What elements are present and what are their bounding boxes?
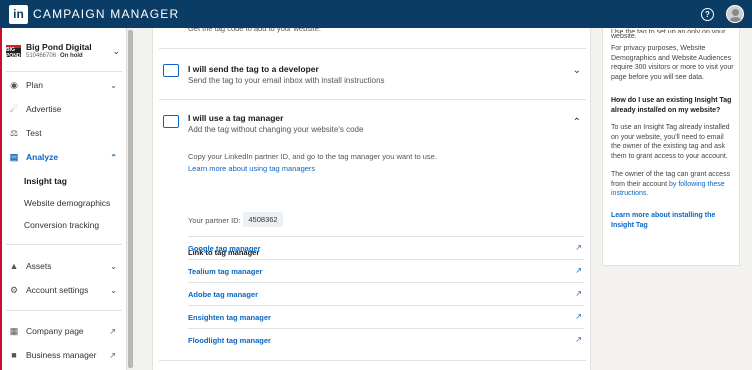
tag-manager-link[interactable]: Adobe tag manager (188, 290, 258, 299)
sidebar-divider (6, 310, 122, 311)
sidebar-item-label: Account settings (26, 285, 89, 295)
tag-manager-row[interactable]: Floodlight tag manager ↗ (188, 328, 584, 350)
sidebar-subitem-conversion-tracking[interactable]: Conversion tracking (0, 215, 125, 235)
sidebar-item-advertise[interactable]: ☄ Advertise (0, 98, 125, 120)
sidebar-item-label: Analyze (26, 152, 59, 162)
divider (159, 360, 586, 361)
sidebar-item-label: Company page (26, 326, 84, 336)
external-link-icon[interactable]: ↗ (575, 289, 582, 298)
chevron-down-icon: ⌄ (110, 285, 117, 295)
faq-answer: To use an Insight Tag already installed … (611, 124, 730, 161)
option-title: I will use a tag manager (188, 113, 284, 123)
owner-note: The owner of the tag can grant access fr… (611, 171, 731, 198)
learn-more-tag-managers-link[interactable]: Learn more about using tag managers (188, 164, 315, 173)
cut-description: Get the tag code to add to your website. (188, 28, 322, 33)
account-meta: 510466706 On hold (26, 52, 92, 61)
sidebar-item-assets[interactable]: ▲ Assets ⌄ (0, 255, 125, 277)
sidebar-subitem-website-demographics[interactable]: Website demographics (0, 193, 125, 213)
bar-chart-icon: ▤ (9, 151, 19, 162)
external-link-icon[interactable]: ↗ (575, 243, 582, 252)
tag-manager-link[interactable]: Tealium tag manager (188, 267, 262, 276)
privacy-note: For privacy purposes, Website Demographi… (611, 45, 734, 82)
partner-id-label: Your partner ID: (188, 216, 241, 225)
flask-icon: ⚖ (9, 127, 19, 138)
sidebar-scrollbar-thumb[interactable] (128, 30, 133, 368)
chevron-down-icon[interactable]: ⌄ (573, 65, 581, 76)
partner-id-value[interactable]: 4508362 (243, 212, 283, 227)
external-link-icon[interactable]: ↗ (575, 335, 582, 344)
chevron-up-icon[interactable]: ⌃ (573, 117, 581, 128)
account-id: 510466706 (26, 53, 57, 59)
sidebar-subitem-insight-tag[interactable]: Insight tag (0, 171, 125, 191)
top-bar: in CAMPAIGN MANAGER ? (0, 0, 752, 28)
tag-manager-row[interactable]: Google tag manager ↗ (188, 236, 584, 258)
sidebar-item-label: Assets (26, 261, 52, 271)
tag-manager-link[interactable]: Google tag manager (188, 244, 261, 253)
sidebar-item-label: Business manager (26, 350, 97, 360)
sidebar-divider (6, 244, 122, 245)
tag-manager-row[interactable]: Adobe tag manager ↗ (188, 282, 584, 304)
sidebar-item-test[interactable]: ⚖ Test (0, 122, 125, 144)
learn-more-installing-link[interactable]: Learn more about installing the Insight … (611, 211, 735, 230)
account-status: On hold (60, 53, 83, 59)
external-link-icon[interactable]: ↗ (575, 312, 582, 321)
sidebar-item-label: Test (26, 128, 42, 138)
install-options-card: Get the tag code to add to your website.… (152, 28, 591, 370)
tag-manager-link[interactable]: Ensighten tag manager (188, 313, 271, 322)
sidebar-item-label: Plan (26, 80, 44, 90)
sidebar-item-plan[interactable]: ◉ Plan ⌄ (0, 74, 125, 96)
help-icon[interactable]: ? (701, 7, 714, 21)
account-name: Big Pond Digital (26, 42, 92, 52)
sidebar-item-account-settings[interactable]: ⚙ Account settings ⌄ (0, 279, 125, 301)
linkedin-logo[interactable]: in (9, 4, 28, 24)
option-use-tag-manager[interactable]: I will use a tag manager Add the tag wit… (159, 99, 586, 139)
gear-icon: ⚙ (9, 284, 19, 295)
faq-question: How do I use an existing Insight Tag alr… (611, 97, 732, 114)
linkedin-icon: ■ (11, 350, 17, 360)
option-title: I will send the tag to a developer (188, 64, 319, 74)
account-logo: BIG POND (6, 45, 21, 59)
external-link-icon: ↗ (109, 350, 116, 360)
option-send-to-developer[interactable]: I will send the tag to a developer Send … (159, 48, 586, 98)
top-right-controls: ? (701, 5, 744, 23)
sidebar-item-label: Advertise (26, 104, 62, 114)
sidebar-item-business-manager[interactable]: ■ Business manager ↗ (0, 344, 125, 366)
account-info: Big Pond Digital 510466706 On hold (26, 42, 92, 64)
sidebar-item-analyze[interactable]: ▤ Analyze ⌃ (0, 146, 125, 168)
sidebar-divider (6, 71, 122, 72)
tag-manager-link[interactable]: Floodlight tag manager (188, 336, 271, 345)
email-icon (163, 64, 179, 77)
chevron-down-icon[interactable]: ⌄ (112, 46, 120, 57)
option-description: Send the tag to your email inbox with in… (188, 76, 385, 85)
chevron-up-icon: ⌃ (110, 152, 117, 162)
chevron-down-icon: ⌄ (110, 80, 117, 90)
account-switcher[interactable]: BIG POND Big Pond Digital 510466706 On ho… (6, 42, 122, 64)
help-text-website: website. (611, 33, 637, 40)
external-link-icon: ↗ (109, 326, 116, 336)
tag-manager-row[interactable]: Ensighten tag manager ↗ (188, 305, 584, 327)
app-title: CAMPAIGN MANAGER (33, 7, 180, 21)
avatar[interactable] (726, 5, 744, 23)
help-panel: Use the tag to set up an only on your we… (602, 28, 740, 266)
compass-icon: ◉ (10, 79, 18, 90)
briefcase-icon (163, 115, 179, 128)
shapes-icon: ▲ (9, 261, 19, 271)
sidebar-item-company-page[interactable]: ▦ Company page ↗ (0, 320, 125, 342)
tag-manager-row[interactable]: Tealium tag manager ↗ (188, 259, 584, 281)
tag-manager-instructions: Copy your LinkedIn partner ID, and go to… (188, 152, 437, 161)
external-link-icon[interactable]: ↗ (575, 266, 582, 275)
option-description: Add the tag without changing your websit… (188, 125, 364, 134)
megaphone-icon: ☄ (9, 103, 19, 114)
chevron-down-icon: ⌄ (110, 261, 117, 271)
building-icon: ▦ (9, 325, 19, 336)
